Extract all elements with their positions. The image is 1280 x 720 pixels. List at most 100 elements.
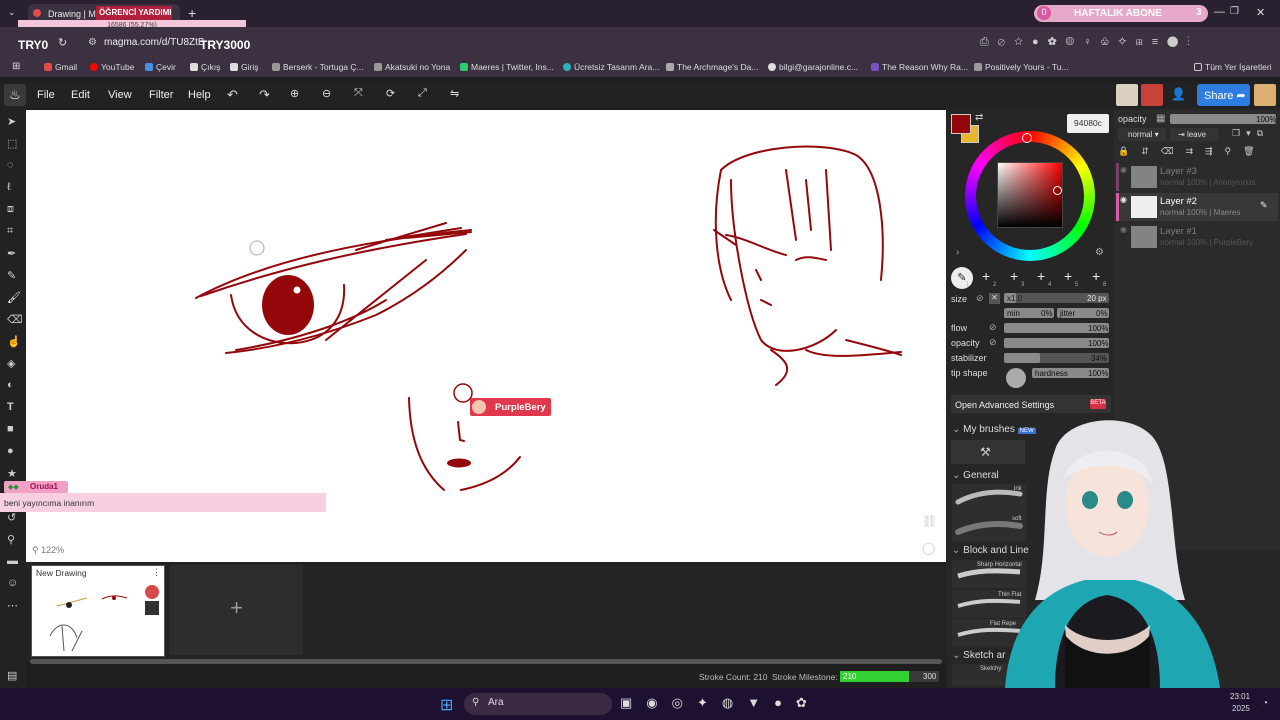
reload-icon[interactable]: ↻	[58, 36, 67, 49]
extension-icons[interactable]: ⎙⊘☆●✿◍♀♧✧⊞≡⬤⋮	[980, 36, 1199, 49]
size-lock-icon[interactable]: ✕	[989, 293, 1000, 304]
minimize-icon[interactable]: —	[1214, 6, 1225, 18]
flow-pressure-icon[interactable]: ⊘	[989, 322, 997, 333]
saturation-handle[interactable]	[1053, 186, 1062, 195]
chat-icon[interactable]: ▬	[7, 555, 18, 567]
edit-pencil-icon[interactable]: ✎	[1260, 200, 1268, 211]
zoom-in-icon[interactable]: ⊕	[290, 87, 299, 100]
text-tool-icon[interactable]: T	[7, 401, 14, 413]
fit-icon[interactable]: ⤧	[354, 87, 363, 100]
brush-slot-3[interactable]: +	[1010, 268, 1018, 284]
bookmark-reason[interactable]: The Reason Why Ra...	[871, 62, 968, 72]
select-tool-icon[interactable]: ⬚	[7, 137, 17, 150]
window-close-icon[interactable]: ✕	[1256, 6, 1265, 19]
visibility-icon[interactable]: ◉	[1120, 225, 1127, 234]
brush-slot-4[interactable]: +	[1037, 268, 1045, 284]
blend-mode-select[interactable]: normal ▾	[1118, 128, 1166, 141]
brush-slot-6[interactable]: +	[1092, 268, 1100, 284]
eyedropper-tool-icon[interactable]: ✒	[7, 247, 16, 260]
share-button[interactable]: Share ➦	[1197, 84, 1250, 106]
bookmark-garaj[interactable]: bilgi@garajonline.c...	[768, 62, 858, 72]
bookmark-positively[interactable]: Positively Yours - Tu...	[974, 62, 1069, 72]
drawing-thumbnail[interactable]	[31, 565, 165, 657]
color-settings-icon[interactable]: ⚙	[1095, 247, 1104, 258]
search-tool-icon[interactable]: ⚲	[7, 533, 15, 546]
brush-slot-active[interactable]: ✎	[951, 267, 973, 289]
move-tool-icon[interactable]: ➤	[7, 115, 16, 128]
user-avatar-3[interactable]	[1254, 84, 1276, 106]
bookmark-akatsuki[interactable]: Akatsuki no Yona	[374, 62, 450, 72]
leave-button[interactable]: ⇥ leave	[1170, 128, 1218, 141]
zoom-indicator[interactable]: ⚲ 122%	[32, 545, 64, 556]
drawings-scrollbar[interactable]	[30, 659, 942, 664]
bookmark-youtube[interactable]: YouTube	[90, 62, 134, 72]
fullscreen-icon[interactable]: ⤢	[418, 87, 427, 100]
menu-view[interactable]: View	[108, 89, 132, 101]
visibility-icon[interactable]: ◉	[1120, 195, 1127, 204]
expand-icon[interactable]: ›	[956, 247, 959, 258]
visibility-icon[interactable]: ◉	[1120, 165, 1127, 174]
menu-filter[interactable]: Filter	[149, 89, 173, 101]
user-avatar-1[interactable]	[1116, 84, 1138, 106]
bookmark-giris[interactable]: Giriş	[230, 62, 258, 72]
transparency-icon[interactable]: ▦	[1156, 113, 1165, 124]
taskbar-apps[interactable]: ▣◉◎✦◍▼●✿	[620, 695, 821, 711]
pencil-tool-icon[interactable]: ✎	[7, 269, 16, 282]
redo-icon[interactable]: ↷	[259, 87, 270, 103]
add-user-icon[interactable]: 👤	[1171, 87, 1186, 101]
bookmark-tasarim[interactable]: Ücretsiz Tasarım Ara...	[563, 62, 659, 72]
user-avatar-2[interactable]	[1141, 84, 1163, 106]
eraser-tool-icon[interactable]: ⌫	[7, 313, 23, 326]
menu-edit[interactable]: Edit	[71, 89, 90, 101]
comment-icon[interactable]: ◯	[922, 541, 935, 555]
layer-row[interactable]: ◉ Layer #3 normal 100% | Anonymous	[1116, 163, 1278, 191]
panel-toggle-icon[interactable]: ▤	[7, 669, 17, 682]
star-tool-icon[interactable]: ★	[7, 467, 17, 480]
menu-file[interactable]: File	[37, 89, 55, 101]
link-icon[interactable]: ⛓	[922, 514, 937, 528]
zoom-out-icon[interactable]: ⊖	[322, 87, 331, 100]
bookmark-berserk[interactable]: Berserk - Tortuga Ç...	[272, 62, 364, 72]
lasso-tool-icon[interactable]: ℓ	[7, 181, 11, 193]
bookmark-all[interactable]: Tüm Yer İşaretleri	[1194, 62, 1272, 72]
swap-colors-icon[interactable]: ⇄	[975, 112, 983, 123]
menu-help[interactable]: Help	[188, 89, 211, 101]
history-icon[interactable]: ↺	[7, 511, 16, 524]
start-icon[interactable]: ⊞	[440, 695, 453, 715]
magma-logo-icon[interactable]: ♨	[4, 84, 26, 106]
bookmark-cevir[interactable]: Çevir	[145, 62, 176, 72]
bookmark-archmage[interactable]: The Archmage's Da...	[666, 62, 758, 72]
fill-tool-icon[interactable]: ◈	[7, 357, 15, 370]
bookmark-gmail[interactable]: Gmail	[44, 62, 77, 72]
taskbar-search[interactable]: Ara	[464, 693, 612, 715]
crop-tool-icon[interactable]: ⌗	[7, 225, 13, 238]
tab-list-icon[interactable]: ⌄	[8, 7, 16, 18]
gradient-tool-icon[interactable]: ◐	[7, 379, 14, 391]
hue-handle[interactable]	[1022, 133, 1032, 143]
primary-color-swatch-front[interactable]	[951, 114, 971, 134]
undo-icon[interactable]: ↶	[227, 87, 238, 103]
site-info-icon[interactable]: ⚙	[88, 37, 97, 48]
brush-tool-icon[interactable]: 🖌	[7, 291, 21, 304]
add-drawing-button[interactable]: +	[170, 565, 303, 655]
size-pressure-icon[interactable]: ⊘	[976, 293, 984, 304]
bookmark-maeres[interactable]: Maeres | Twitter, Ins...	[460, 62, 554, 72]
ellipse-tool-icon[interactable]: ●	[7, 445, 14, 457]
brush-slot-2[interactable]: +	[982, 268, 990, 284]
layer-action-icons[interactable]: 🔒⇵⌫⇉⇶⚲🗑	[1118, 146, 1267, 157]
drawing-menu-icon[interactable]: ⋮	[152, 567, 161, 578]
layer-row-active[interactable]: ◉ Layer #2 normal 100% | Maeres ✎	[1116, 193, 1278, 221]
smudge-tool-icon[interactable]: ☝	[7, 335, 21, 348]
rect-tool-icon[interactable]: ■	[7, 423, 14, 435]
users-icon[interactable]: ☺	[7, 577, 18, 589]
general-header[interactable]: ⌄ General	[952, 470, 999, 481]
more-icon[interactable]: ⋯	[7, 599, 18, 612]
circle-select-tool-icon[interactable]: ◌	[7, 159, 14, 171]
tip-shape-preview[interactable]	[1006, 368, 1026, 388]
opacity-pressure-icon[interactable]: ⊘	[989, 337, 997, 348]
flip-icon[interactable]: ⇋	[450, 87, 459, 100]
apps-icon[interactable]: ⊞	[12, 61, 20, 72]
saturation-square[interactable]	[997, 162, 1063, 228]
layer-row[interactable]: ◉ Layer #1 normal 100% | PurpleBery	[1116, 223, 1278, 251]
notification-icon[interactable]: ◔	[1262, 698, 1268, 709]
